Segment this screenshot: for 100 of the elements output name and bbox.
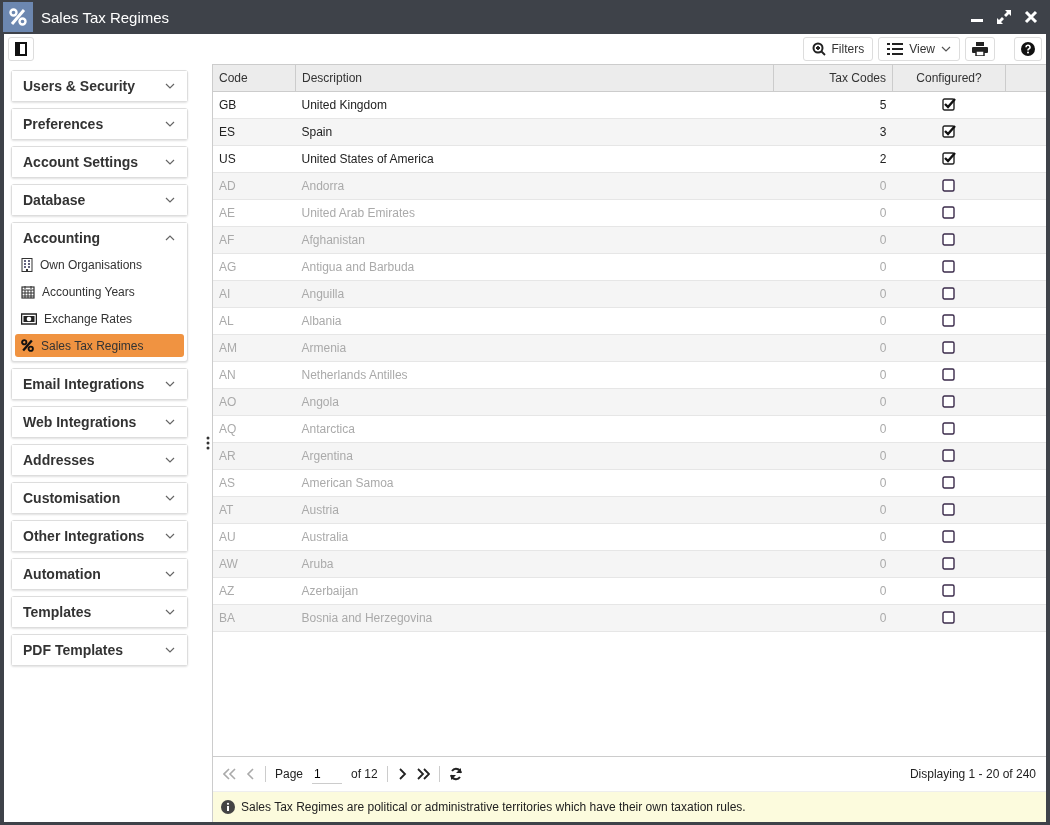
table-cell: AN xyxy=(213,361,296,389)
table-cell: 0 xyxy=(773,388,893,416)
table-cell: Armenia xyxy=(295,334,774,362)
table-cell: AS xyxy=(213,469,296,497)
section-header[interactable]: Database xyxy=(12,185,187,215)
section-header[interactable]: Automation xyxy=(12,559,187,589)
table-cell: Austria xyxy=(295,496,774,524)
checkbox[interactable] xyxy=(942,125,956,139)
section-header[interactable]: Addresses xyxy=(12,445,187,475)
table-cell: 0 xyxy=(773,334,893,362)
table-cell: Spain xyxy=(295,118,774,146)
checkbox[interactable] xyxy=(942,152,956,166)
column-header[interactable]: Description xyxy=(295,65,774,92)
checkbox[interactable] xyxy=(942,260,956,274)
sidebar-item[interactable]: Own Organisations xyxy=(15,253,184,276)
window-title: Sales Tax Regimes xyxy=(41,8,170,26)
section-header[interactable]: Account Settings xyxy=(12,147,187,177)
table-cell: AW xyxy=(213,550,296,578)
table-cell: Afghanistan xyxy=(295,226,774,254)
checkbox[interactable] xyxy=(942,611,956,625)
checkbox[interactable] xyxy=(942,476,956,490)
drag-handle-icon[interactable] xyxy=(206,436,210,450)
table-cell: Antarctica xyxy=(295,415,774,443)
section-header[interactable]: Users & Security xyxy=(12,71,187,101)
table-cell: 0 xyxy=(773,442,893,470)
calendar-icon xyxy=(21,284,35,299)
next-page-icon[interactable] xyxy=(396,768,407,780)
percent-icon xyxy=(21,339,34,352)
checkbox[interactable] xyxy=(942,179,956,193)
sidebar-item[interactable]: Accounting Years xyxy=(15,280,184,303)
section-header[interactable]: Email Integrations xyxy=(12,369,187,399)
checkbox[interactable] xyxy=(942,206,956,220)
sidebar-toggle-button[interactable] xyxy=(8,37,34,61)
table-cell: 0 xyxy=(773,469,893,497)
refresh-icon[interactable] xyxy=(448,767,463,781)
sidebar-item[interactable]: Exchange Rates xyxy=(15,307,184,330)
section-header[interactable]: Customisation xyxy=(12,483,187,513)
column-header[interactable]: Code xyxy=(213,65,296,92)
column-header[interactable]: Tax Codes xyxy=(773,65,893,92)
section-header[interactable]: Templates xyxy=(12,597,187,627)
table-cell: AF xyxy=(213,226,296,254)
last-page-icon[interactable] xyxy=(415,768,430,780)
help-icon xyxy=(1021,42,1035,56)
checkbox[interactable] xyxy=(942,341,956,355)
checkbox[interactable] xyxy=(942,530,956,544)
list-icon xyxy=(887,43,904,55)
checkbox[interactable] xyxy=(942,584,956,598)
checkbox[interactable] xyxy=(942,233,956,247)
table-cell: 0 xyxy=(773,361,893,389)
close-icon[interactable] xyxy=(1024,10,1038,24)
print-button[interactable] xyxy=(965,37,995,61)
filters-button[interactable]: Filters xyxy=(802,37,874,61)
section-header[interactable]: PDF Templates xyxy=(12,635,187,665)
table-cell: ES xyxy=(213,118,296,146)
checkbox[interactable] xyxy=(942,449,956,463)
checkbox[interactable] xyxy=(942,314,956,328)
checkbox[interactable] xyxy=(942,287,956,301)
checkbox[interactable] xyxy=(942,368,956,382)
section-header[interactable]: Web Integrations xyxy=(12,407,187,437)
section-header[interactable]: Other Integrations xyxy=(12,521,187,551)
table-cell: AE xyxy=(213,199,296,227)
column-header[interactable]: Configured? xyxy=(892,65,1006,92)
table-cell: 0 xyxy=(773,550,893,578)
table-cell: Netherlands Antilles xyxy=(295,361,774,389)
info-message: Sales Tax Regimes are political or administrative territories which have their own taxation rules. xyxy=(241,800,746,814)
table-cell: AR xyxy=(213,442,296,470)
caret-icon xyxy=(941,46,951,52)
table-cell: Bosnia and Herzegovina xyxy=(295,604,774,632)
table-cell: GB xyxy=(213,91,296,119)
sidebar-item[interactable]: Sales Tax Regimes xyxy=(15,334,184,357)
view-button[interactable]: View xyxy=(878,37,960,61)
checkbox[interactable] xyxy=(942,395,956,409)
table-cell: 5 xyxy=(773,91,893,119)
checkbox[interactable] xyxy=(942,422,956,436)
table-cell: 0 xyxy=(773,172,893,200)
maximize-icon[interactable] xyxy=(996,9,1012,25)
table-cell: 0 xyxy=(773,280,893,308)
table-cell: 2 xyxy=(773,145,893,173)
table-cell: Anguilla xyxy=(295,280,774,308)
checkbox[interactable] xyxy=(942,503,956,517)
table-cell: United States of America xyxy=(295,145,774,173)
section-header[interactable]: Accounting xyxy=(12,223,187,253)
help-button[interactable] xyxy=(1014,37,1042,61)
banknote-icon xyxy=(21,312,37,325)
table-cell: Angola xyxy=(295,388,774,416)
zoom-in-icon xyxy=(811,42,826,56)
sidebar-panel-icon xyxy=(15,42,27,56)
table-cell: Argentina xyxy=(295,442,774,470)
table-cell: 0 xyxy=(773,604,893,632)
table-cell: Andorra xyxy=(295,172,774,200)
checkbox[interactable] xyxy=(942,557,956,571)
table-cell: AM xyxy=(213,334,296,362)
table-cell: AQ xyxy=(213,415,296,443)
table-cell: Antigua and Barbuda xyxy=(295,253,774,281)
table-cell: Australia xyxy=(295,523,774,551)
checkbox[interactable] xyxy=(942,98,956,112)
table-cell: 0 xyxy=(773,253,893,281)
table-cell: AU xyxy=(213,523,296,551)
section-header[interactable]: Preferences xyxy=(12,109,187,139)
displaying-count: Displaying 1 - 20 of 240 xyxy=(909,767,1036,781)
